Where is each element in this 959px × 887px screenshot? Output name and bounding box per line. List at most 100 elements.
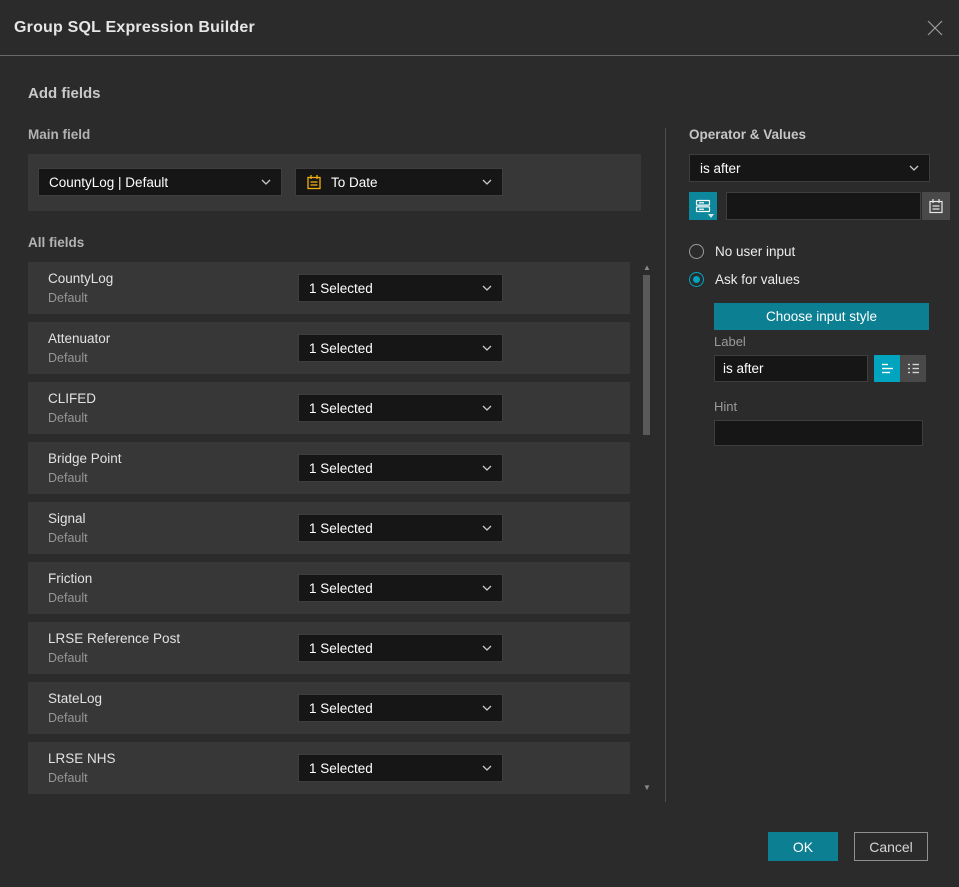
field-name: Bridge Point bbox=[48, 451, 122, 466]
field-row: Attenuator Default 1 Selected bbox=[28, 322, 630, 374]
hint-field-label: Hint bbox=[714, 399, 738, 414]
field-row: LRSE Reference Post Default 1 Selected bbox=[28, 622, 630, 674]
field-values-select[interactable]: 1 Selected bbox=[298, 574, 503, 602]
field-values-select-value: 1 Selected bbox=[309, 760, 373, 776]
field-values-select[interactable]: 1 Selected bbox=[298, 634, 503, 662]
field-name: LRSE Reference Post bbox=[48, 631, 181, 646]
chevron-down-icon bbox=[482, 405, 492, 411]
ok-button[interactable]: OK bbox=[768, 832, 838, 861]
radio-checked-icon bbox=[689, 272, 704, 287]
operator-select[interactable]: is after bbox=[689, 154, 930, 182]
label-input[interactable] bbox=[714, 355, 868, 382]
list-input-style-button[interactable] bbox=[900, 355, 926, 382]
chevron-down-icon bbox=[482, 645, 492, 651]
chevron-down-icon bbox=[482, 465, 492, 471]
field-row: Friction Default 1 Selected bbox=[28, 562, 630, 614]
hint-input[interactable] bbox=[714, 420, 923, 446]
main-date-select-value: To Date bbox=[331, 174, 378, 190]
field-values-select-value: 1 Selected bbox=[309, 340, 373, 356]
radio-unchecked-icon bbox=[689, 244, 704, 259]
value-source-button[interactable] bbox=[689, 192, 717, 220]
list-icon bbox=[906, 361, 921, 376]
radio-no-user-input-label: No user input bbox=[715, 244, 796, 259]
radio-ask-for-values-label: Ask for values bbox=[715, 272, 800, 287]
field-row: LRSE NHS Default 1 Selected bbox=[28, 742, 630, 794]
field-subtitle: Default bbox=[48, 471, 88, 485]
value-input[interactable] bbox=[726, 192, 921, 220]
field-values-select[interactable]: 1 Selected bbox=[298, 454, 503, 482]
field-name: CLIFED bbox=[48, 391, 97, 406]
main-field-panel: CountyLog | Default To Date bbox=[28, 154, 641, 211]
all-fields-list: CountyLog Default 1 Selected Attenuator … bbox=[28, 262, 630, 802]
field-values-select[interactable]: 1 Selected bbox=[298, 274, 503, 302]
field-row: CLIFED Default 1 Selected bbox=[28, 382, 630, 434]
calendar-button[interactable] bbox=[922, 192, 950, 220]
main-field-label: Main field bbox=[28, 127, 91, 142]
main-field-select[interactable]: CountyLog | Default bbox=[38, 168, 282, 196]
field-row: StateLog Default 1 Selected bbox=[28, 682, 630, 734]
field-row: Signal Default 1 Selected bbox=[28, 502, 630, 554]
operator-select-value: is after bbox=[700, 160, 741, 176]
field-values-select[interactable]: 1 Selected bbox=[298, 334, 503, 362]
chevron-down-icon bbox=[482, 179, 492, 185]
field-name: CountyLog bbox=[48, 271, 114, 286]
chevron-down-icon bbox=[482, 765, 492, 771]
label-row bbox=[714, 355, 929, 382]
field-values-select-value: 1 Selected bbox=[309, 280, 373, 296]
field-values-select[interactable]: 1 Selected bbox=[298, 694, 503, 722]
fields-scrollbar: ▲ ▼ bbox=[640, 262, 654, 794]
panel-divider bbox=[665, 128, 666, 802]
field-subtitle: Default bbox=[48, 591, 88, 605]
field-subtitle: Default bbox=[48, 711, 88, 725]
text-lines-icon bbox=[880, 361, 895, 376]
field-name: LRSE NHS bbox=[48, 751, 116, 766]
input-style-toggle-group bbox=[874, 355, 926, 382]
operator-values-heading: Operator & Values bbox=[689, 127, 807, 142]
radio-ask-for-values[interactable]: Ask for values bbox=[689, 272, 800, 287]
chevron-down-icon bbox=[482, 345, 492, 351]
chevron-down-icon bbox=[261, 179, 271, 185]
close-icon[interactable] bbox=[923, 16, 947, 40]
chevron-down-icon bbox=[482, 285, 492, 291]
field-values-select-value: 1 Selected bbox=[309, 640, 373, 656]
chevron-down-icon bbox=[482, 525, 492, 531]
dialog-title: Group SQL Expression Builder bbox=[14, 18, 255, 36]
field-subtitle: Default bbox=[48, 651, 88, 665]
chevron-down-icon bbox=[909, 165, 919, 171]
field-name: Attenuator bbox=[48, 331, 111, 346]
scrollbar-thumb[interactable] bbox=[643, 275, 650, 435]
main-date-select[interactable]: To Date bbox=[295, 168, 503, 196]
field-values-select-value: 1 Selected bbox=[309, 460, 373, 476]
field-row: Bridge Point Default 1 Selected bbox=[28, 442, 630, 494]
field-name: Friction bbox=[48, 571, 93, 586]
field-values-select[interactable]: 1 Selected bbox=[298, 394, 503, 422]
field-values-select-value: 1 Selected bbox=[309, 580, 373, 596]
chevron-down-icon bbox=[482, 705, 492, 711]
field-subtitle: Default bbox=[48, 351, 88, 365]
all-fields-label: All fields bbox=[28, 235, 85, 250]
field-subtitle: Default bbox=[48, 771, 88, 785]
value-row bbox=[689, 192, 950, 220]
calendar-icon bbox=[306, 174, 322, 190]
mini-chevron-icon bbox=[708, 214, 714, 218]
label-field-label: Label bbox=[714, 334, 746, 349]
main-field-select-value: CountyLog | Default bbox=[49, 174, 169, 190]
field-subtitle: Default bbox=[48, 531, 88, 545]
scroll-down-arrow[interactable]: ▼ bbox=[640, 784, 654, 792]
field-values-select-value: 1 Selected bbox=[309, 700, 373, 716]
scroll-up-arrow[interactable]: ▲ bbox=[640, 264, 654, 272]
add-fields-heading: Add fields bbox=[28, 85, 101, 102]
calendar-icon bbox=[928, 198, 944, 214]
field-name: Signal bbox=[48, 511, 86, 526]
chevron-down-icon bbox=[482, 585, 492, 591]
cancel-button[interactable]: Cancel bbox=[854, 832, 928, 861]
field-values-select[interactable]: 1 Selected bbox=[298, 754, 503, 782]
single-line-input-style-button[interactable] bbox=[874, 355, 900, 382]
choose-input-style-button[interactable]: Choose input style bbox=[714, 303, 929, 330]
radio-no-user-input[interactable]: No user input bbox=[689, 244, 795, 259]
field-values-select[interactable]: 1 Selected bbox=[298, 514, 503, 542]
field-name: StateLog bbox=[48, 691, 103, 706]
field-subtitle: Default bbox=[48, 411, 88, 425]
field-row: CountyLog Default 1 Selected bbox=[28, 262, 630, 314]
field-values-select-value: 1 Selected bbox=[309, 520, 373, 536]
